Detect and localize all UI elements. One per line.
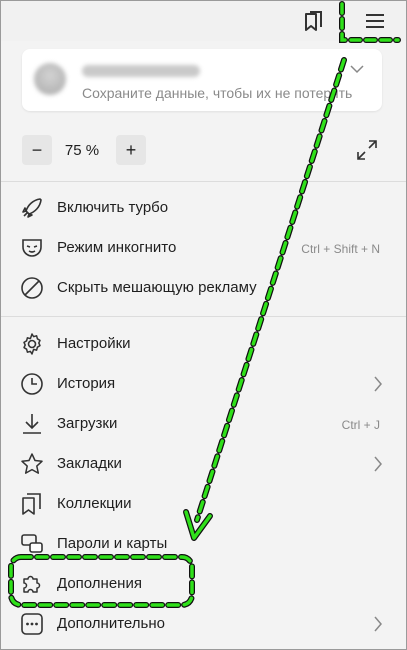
menu-item-history[interactable]: История (0, 364, 405, 404)
collections-icon (20, 492, 44, 516)
account-card[interactable]: Сохраните данные, чтобы их не потерять (22, 49, 382, 111)
avatar (34, 63, 66, 95)
clock-icon (20, 372, 44, 396)
menu-item-incognito[interactable]: Режим инкогнито Ctrl + Shift + N (0, 228, 405, 268)
menu-item-label: Режим инкогнито (57, 239, 177, 256)
menu-item-label: Пароли и карты (57, 535, 168, 552)
shortcut-text: Ctrl + Shift + N (301, 242, 380, 256)
menu-item-adblock[interactable]: Скрыть мешающую рекламу (0, 268, 405, 308)
key-card-icon (20, 532, 44, 556)
mask-icon (20, 236, 44, 260)
account-name-blurred (82, 65, 200, 77)
hamburger-icon (366, 14, 384, 28)
menu-item-collections[interactable]: Коллекции (0, 484, 405, 524)
menu-item-label: Закладки (57, 455, 122, 472)
puzzle-icon (20, 572, 44, 596)
zoom-level: 75 % (64, 142, 100, 159)
download-icon (20, 412, 44, 436)
menu-item-label: Дополнительно (57, 615, 165, 632)
menu-item-settings[interactable]: Настройки (0, 324, 405, 364)
zoom-out-button[interactable]: − (22, 135, 52, 165)
menu-item-label: Коллекции (57, 495, 132, 512)
menu-button[interactable] (360, 7, 390, 35)
menu-item-label: Настройки (57, 335, 131, 352)
menu-item-label: Дополнения (57, 575, 142, 592)
account-hint: Сохраните данные, чтобы их не потерять (82, 85, 353, 101)
menu-item-passwords[interactable]: Пароли и карты (0, 524, 405, 564)
fullscreen-button[interactable] (352, 135, 382, 170)
star-icon (20, 452, 44, 476)
menu-item-turbo[interactable]: Включить турбо (0, 188, 405, 228)
chevron-down-icon[interactable] (350, 61, 364, 79)
gear-icon (20, 332, 44, 356)
menu-item-bookmarks[interactable]: Закладки (0, 444, 405, 484)
menu-item-label: Включить турбо (57, 199, 169, 216)
shortcut-text: Ctrl + J (341, 418, 380, 432)
chevron-right-icon (373, 376, 383, 397)
menu-item-label: Загрузки (57, 415, 118, 432)
menu-item-downloads[interactable]: Загрузки Ctrl + J (0, 404, 405, 444)
menu-item-extensions[interactable]: Дополнения (0, 564, 405, 604)
divider (1, 181, 406, 182)
chevron-right-icon (373, 456, 383, 477)
fullscreen-icon (357, 140, 377, 160)
chevron-right-icon (373, 616, 383, 637)
zoom-in-button[interactable]: + (116, 135, 146, 165)
more-icon (20, 612, 44, 636)
menu-item-more[interactable]: Дополнительно (0, 604, 405, 644)
menu-item-label: История (57, 375, 116, 392)
menu-item-label: Скрыть мешающую рекламу (57, 279, 257, 296)
divider (1, 316, 406, 317)
zoom-controls: − 75 % + (22, 135, 382, 165)
collections-toolbar-icon (305, 11, 322, 31)
collections-toolbar-button[interactable] (299, 7, 329, 35)
browser-toolbar (1, 1, 406, 41)
block-icon (20, 276, 44, 300)
rocket-icon (20, 196, 44, 220)
